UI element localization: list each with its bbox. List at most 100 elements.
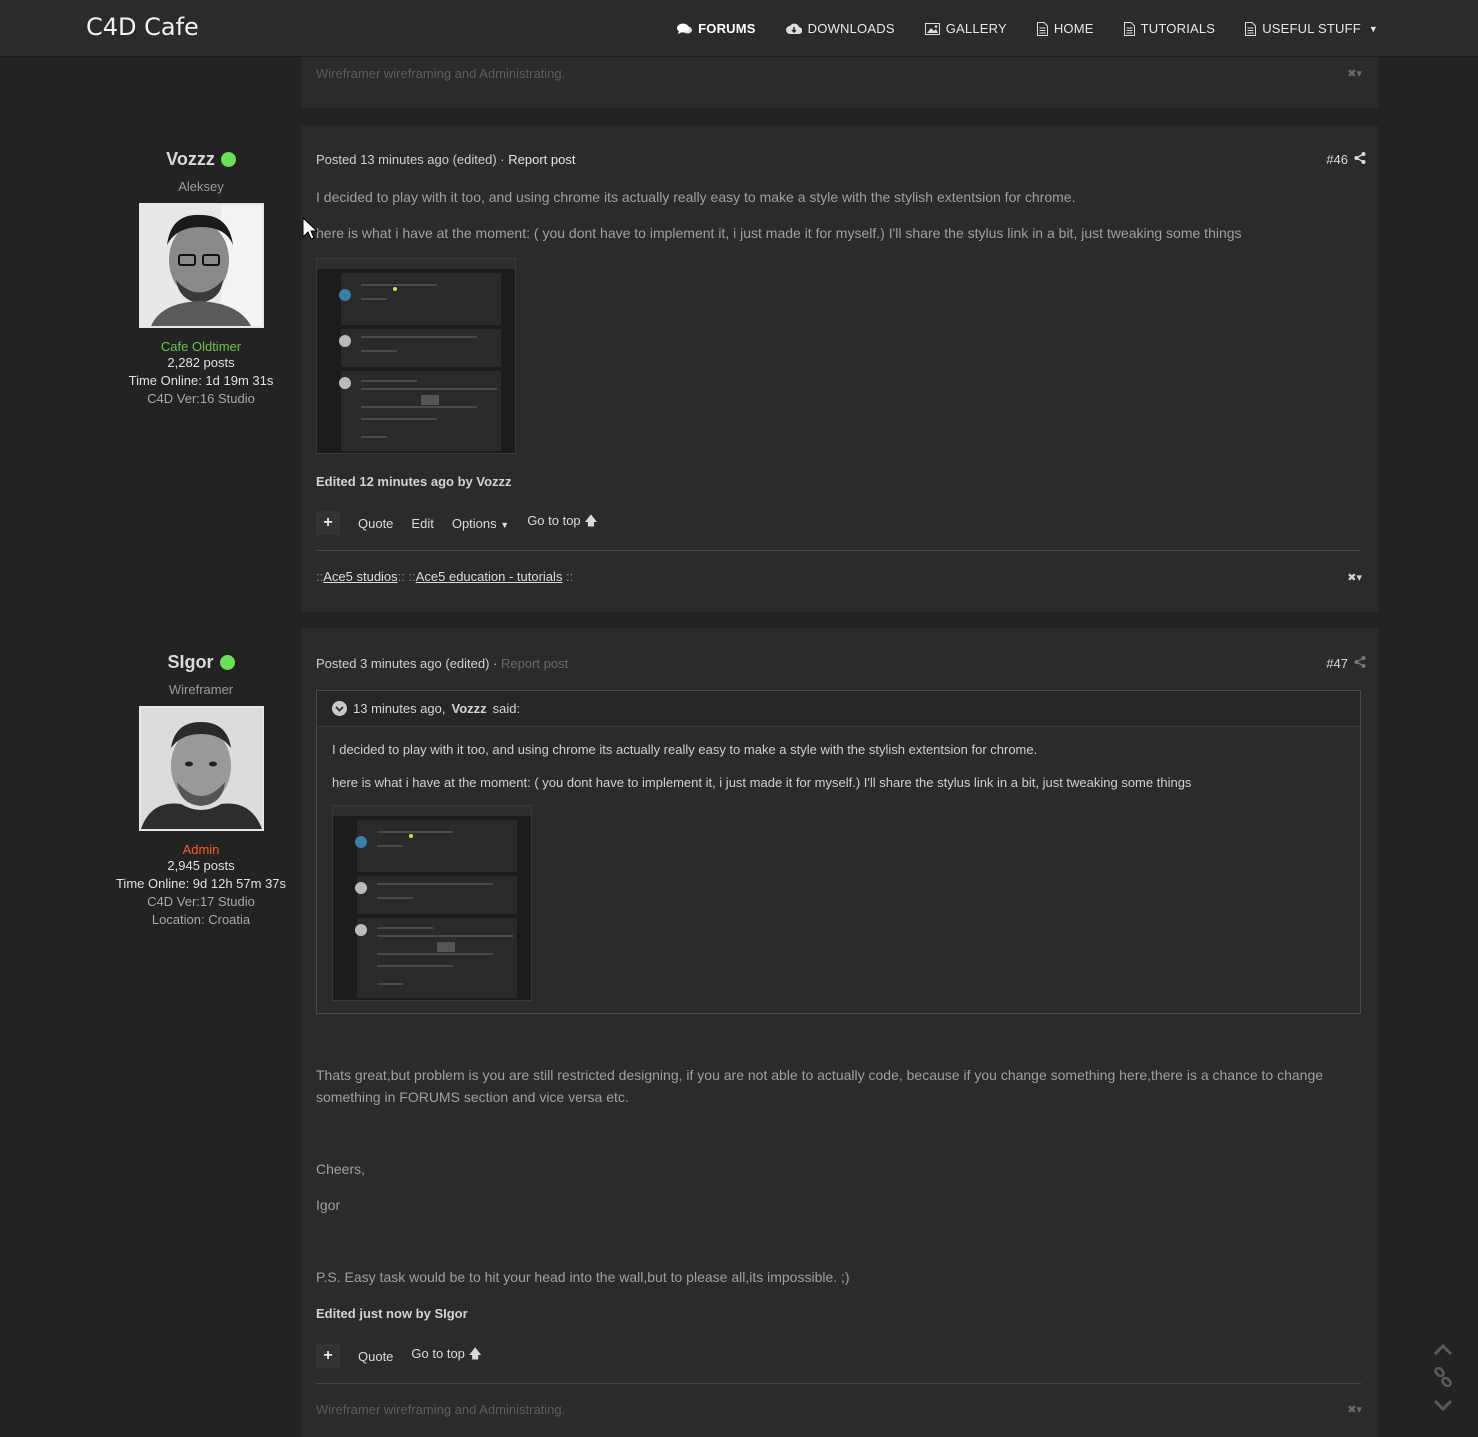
post-date: Posted 3 minutes ago (edited) — [316, 656, 490, 671]
author-rank: Admin — [182, 842, 220, 857]
share-icon — [1354, 152, 1366, 167]
author-c4d-version: C4D Ver:16 Studio — [147, 391, 255, 406]
go-to-top-button[interactable]: Go to top 🡅 — [411, 1345, 481, 1367]
quote-button[interactable]: Quote — [358, 1349, 393, 1364]
caret-down-icon: ▼ — [1368, 23, 1378, 34]
avatar[interactable] — [138, 706, 264, 831]
post-signature: Wireframer wireframing and Administratin… — [316, 66, 566, 81]
nav-downloads[interactable]: DOWNLOADS — [785, 21, 895, 36]
post-paragraph: P.S. Easy task would be to hit your head… — [316, 1269, 850, 1285]
author-name-label: SIgor — [167, 652, 214, 672]
author-c4d-version: C4D Ver:17 Studio — [147, 894, 255, 909]
signature-options-icon[interactable]: ✖▾ — [1347, 1403, 1362, 1416]
avatar[interactable] — [138, 203, 264, 328]
edited-note: Edited 12 minutes ago by Vozzz — [316, 474, 512, 489]
author-title: Wireframer — [168, 682, 234, 697]
quote-block: 13 minutes ago, Vozzz said: I decided to… — [316, 690, 1361, 1014]
report-post-link[interactable]: Report post — [508, 152, 575, 167]
quote-said: said: — [492, 701, 521, 716]
signature-link-ace5-education[interactable]: Ace5 education - tutorials — [416, 569, 563, 584]
nav-tutorials[interactable]: TUTORIALS — [1123, 21, 1216, 36]
document-icon — [1245, 21, 1257, 36]
scroll-down-icon[interactable] — [1433, 1398, 1453, 1416]
cloud-download-icon — [785, 23, 802, 35]
nav-useful-stuff[interactable]: USEFUL STUFF ▼ — [1245, 21, 1378, 36]
options-button[interactable]: Options ▼ — [452, 516, 509, 531]
signature-link-ace5-studios[interactable]: Ace5 studios — [323, 569, 397, 584]
post-author-block: SIgor Wireframer Admin 2,945 posts Time … — [101, 652, 301, 929]
post-meta: Posted 3 minutes ago (edited) · Report p… — [316, 656, 568, 671]
scroll-tools — [1431, 1343, 1455, 1416]
post-date: Posted 13 minutes ago (edited) — [316, 152, 497, 167]
image-icon — [924, 22, 940, 35]
quote-button[interactable]: Quote — [358, 516, 393, 531]
post-actions: + Quote Edit Options ▼ Go to top 🡅 — [316, 511, 598, 535]
post-paragraph: Thats great,but problem is you are still… — [316, 1067, 1324, 1083]
edit-button[interactable]: Edit — [411, 516, 433, 531]
signature-options-icon[interactable]: ✖▾ — [1347, 571, 1362, 584]
scroll-up-icon[interactable] — [1433, 1343, 1453, 1361]
nav-home-label: HOME — [1053, 21, 1094, 36]
chevron-down-icon[interactable] — [332, 701, 347, 716]
quote-paragraph: here is what i have at the moment: ( you… — [332, 775, 1192, 790]
document-icon — [1036, 21, 1048, 36]
nav-gallery-label: GALLERY — [945, 21, 1007, 36]
link-icon[interactable] — [1433, 1366, 1453, 1392]
author-time-online: Time Online: 1d 19m 31s — [128, 373, 274, 388]
nav-home[interactable]: HOME — [1036, 21, 1094, 36]
author-time-online: Time Online: 9d 12h 57m 37s — [115, 876, 287, 891]
mouse-cursor-icon — [302, 216, 319, 246]
post-paragraph: I decided to play with it too, and using… — [316, 189, 1076, 205]
arrow-up-icon: 🡅 — [468, 1346, 482, 1361]
post-number[interactable]: #47 — [1326, 656, 1366, 671]
online-status-icon — [219, 655, 235, 670]
post-paragraph: Cheers, — [316, 1161, 366, 1177]
post-paragraph: here is what i have at the moment: ( you… — [316, 225, 1242, 241]
post-signature: ::Ace5 studios:: ::Ace5 education - tuto… — [316, 569, 573, 584]
quote-header[interactable]: 13 minutes ago, Vozzz said: — [317, 691, 1360, 727]
author-name[interactable]: Vozzz — [101, 149, 301, 170]
author-title: Aleksey — [178, 179, 224, 194]
signature-separator: :: — [562, 569, 574, 584]
attached-screenshot[interactable] — [332, 805, 532, 1001]
post-author-block: Vozzz Aleksey Cafe Oldtimer 2,282 posts … — [101, 149, 301, 408]
post-paragraph: something in FORUMS section and vice ver… — [316, 1089, 629, 1105]
author-post-count: 2,282 posts — [167, 355, 235, 370]
signature-options-icon[interactable]: ✖▾ — [1347, 67, 1362, 80]
divider — [316, 550, 1361, 551]
author-name-label: Vozzz — [166, 149, 215, 169]
quote-paragraph: I decided to play with it too, and using… — [332, 742, 1038, 757]
go-to-top-label: Go to top — [527, 513, 581, 528]
nav-gallery[interactable]: GALLERY — [924, 21, 1007, 36]
post-number-label: #47 — [1326, 656, 1348, 671]
post-47: Posted 3 minutes ago (edited) · Report p… — [301, 628, 1378, 1437]
attached-screenshot[interactable] — [316, 258, 516, 454]
previous-post-footer: Wireframer wireframing and Administratin… — [301, 57, 1378, 108]
site-brand[interactable]: C4D Cafe — [86, 13, 199, 41]
post-meta: Posted 13 minutes ago (edited) · Report … — [316, 152, 575, 167]
nav-forums[interactable]: FORUMS — [677, 21, 756, 36]
edited-note: Edited just now by SIgor — [316, 1306, 468, 1321]
quote-time: 13 minutes ago, — [353, 701, 446, 716]
author-name[interactable]: SIgor — [101, 652, 301, 673]
go-to-top-button[interactable]: Go to top 🡅 — [527, 512, 597, 534]
meta-separator: · — [489, 656, 501, 671]
multiquote-button[interactable]: + — [316, 1344, 340, 1368]
nav-tutorials-label: TUTORIALS — [1140, 21, 1216, 36]
multiquote-button[interactable]: + — [316, 511, 340, 535]
post-number[interactable]: #46 — [1326, 152, 1366, 167]
post-actions: + Quote Go to top 🡅 — [316, 1344, 482, 1368]
main-menu: FORUMS DOWNLOADS GALLERY HOME TUTORIALS — [677, 0, 1378, 57]
author-rank: Cafe Oldtimer — [160, 339, 242, 354]
signature-separator: :: :: — [397, 569, 416, 584]
quote-author[interactable]: Vozzz — [452, 701, 487, 716]
post-number-label: #46 — [1326, 152, 1348, 167]
caret-down-icon: ▼ — [500, 519, 510, 530]
arrow-up-icon: 🡅 — [584, 513, 598, 528]
nav-downloads-label: DOWNLOADS — [807, 21, 895, 36]
comments-icon — [677, 23, 693, 35]
meta-separator: · — [496, 152, 509, 167]
report-post-link[interactable]: Report post — [501, 656, 568, 671]
nav-forums-label: FORUMS — [698, 21, 756, 36]
options-label: Options — [451, 515, 497, 531]
